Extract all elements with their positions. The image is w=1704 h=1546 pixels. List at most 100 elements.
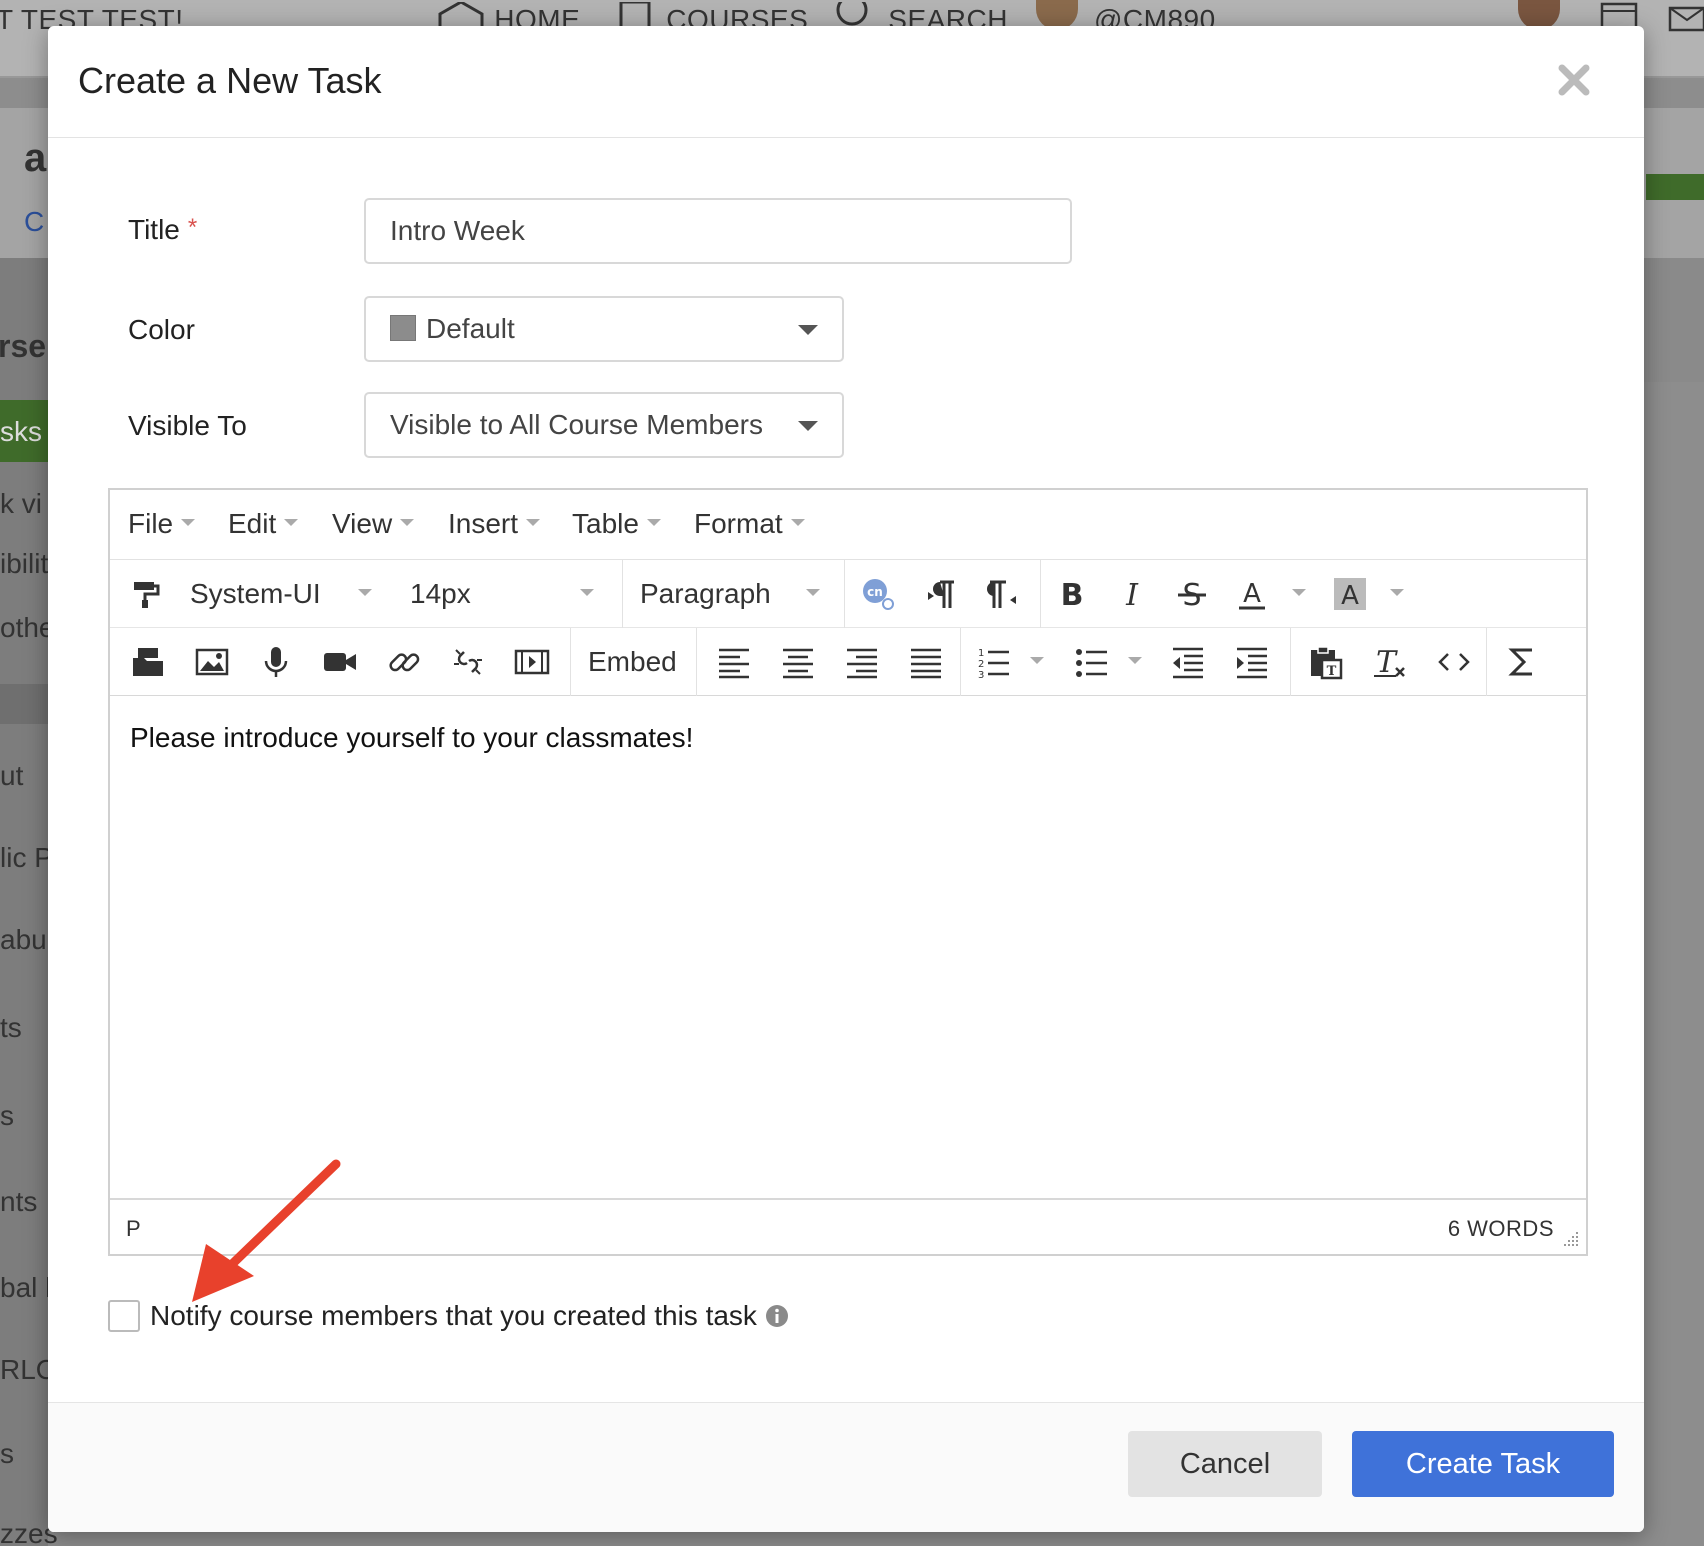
source-code-button[interactable]: [1434, 640, 1474, 684]
font-family-select[interactable]: System-UI: [190, 572, 321, 616]
outdent-icon: [1173, 647, 1203, 679]
title-input[interactable]: Intro Week: [364, 198, 1072, 264]
bullet-list-button[interactable]: [1072, 640, 1112, 684]
menu-format[interactable]: Format: [694, 508, 805, 540]
notify-option: Notify course members that you created t…: [108, 1298, 789, 1334]
format-painter-icon: [134, 582, 160, 608]
highlight-color-button[interactable]: A: [1330, 572, 1370, 616]
align-right-icon: [847, 648, 877, 679]
svg-text:A: A: [1243, 579, 1261, 609]
citation-link-button[interactable]: cn: [858, 572, 898, 616]
chevron-down-icon: [181, 519, 196, 527]
rtl-paragraph-icon: [987, 580, 1016, 608]
rich-text-editor: File Edit View Insert Table Format Syste…: [108, 488, 1588, 1256]
paste-text-button[interactable]: T: [1306, 640, 1346, 684]
file-manager-icon: [133, 648, 163, 676]
svg-text:A: A: [1341, 581, 1359, 611]
microphone-icon: [264, 647, 288, 677]
indent-icon: [1237, 647, 1267, 679]
outdent-button[interactable]: [1168, 640, 1208, 684]
unlink-icon: [454, 649, 482, 675]
chevron-down-icon: [798, 421, 818, 431]
ltr-paragraph-button[interactable]: [922, 572, 962, 616]
bullet-list-icon: [1076, 649, 1107, 677]
svg-text:2: 2: [978, 659, 984, 670]
align-justify-button[interactable]: [906, 640, 946, 684]
chevron-down-icon: [400, 519, 415, 527]
citation-link-icon: cn: [863, 579, 894, 610]
color-swatch: [390, 314, 416, 341]
file-manager-button[interactable]: [128, 640, 168, 684]
clear-format-button[interactable]: T: [1370, 640, 1410, 684]
editor-toolbar-row1: System-UI 14px Paragraph cn B I S A A: [110, 560, 1586, 628]
align-left-icon: [719, 648, 749, 679]
rtl-paragraph-button[interactable]: [982, 572, 1022, 616]
link-button[interactable]: [384, 640, 424, 684]
color-label: Color: [128, 314, 195, 345]
create-task-modal: Create a New Task Title * Intro Week Colo…: [48, 26, 1644, 1532]
math-button[interactable]: [1502, 640, 1542, 684]
required-mark: *: [187, 214, 198, 241]
video-button[interactable]: [320, 640, 360, 684]
notify-label[interactable]: Notify course members that you created t…: [150, 1300, 757, 1332]
element-path[interactable]: P: [126, 1216, 141, 1242]
menu-table[interactable]: Table: [572, 508, 661, 540]
color-select[interactable]: Default: [364, 296, 844, 362]
menu-insert[interactable]: Insert: [448, 508, 541, 540]
cancel-button[interactable]: Cancel: [1128, 1431, 1322, 1497]
svg-text:cn: cn: [867, 585, 883, 599]
notify-checkbox[interactable]: [108, 1300, 140, 1332]
highlight-color-icon: A: [1334, 578, 1366, 611]
italic-icon: I: [1125, 578, 1139, 612]
align-right-button[interactable]: [842, 640, 882, 684]
unlink-button[interactable]: [448, 640, 488, 684]
italic-button[interactable]: I: [1112, 572, 1152, 616]
menu-view[interactable]: View: [332, 508, 415, 540]
indent-button[interactable]: [1232, 640, 1272, 684]
menu-file[interactable]: File: [128, 508, 196, 540]
image-button[interactable]: [192, 640, 232, 684]
text-color-button[interactable]: A: [1232, 572, 1272, 616]
numbered-list-icon: 123: [978, 648, 1009, 680]
clear-format-icon: T: [1374, 645, 1405, 680]
bold-button[interactable]: B: [1052, 572, 1092, 616]
strikethrough-button[interactable]: S: [1172, 572, 1212, 616]
align-left-button[interactable]: [714, 640, 754, 684]
source-code-icon: [1438, 653, 1470, 671]
modal-title: Create a New Task: [78, 60, 382, 101]
close-button[interactable]: [1554, 60, 1594, 100]
resize-handle-icon[interactable]: [1562, 1230, 1580, 1248]
svg-text:T: T: [1327, 664, 1337, 679]
word-count: 6 WORDS: [1447, 1216, 1554, 1241]
embed-button[interactable]: Embed: [588, 640, 677, 684]
video-camera-icon: [324, 653, 356, 671]
media-button[interactable]: [512, 640, 552, 684]
chevron-down-icon: [284, 519, 299, 527]
progress-bar-fragment: [1646, 174, 1704, 200]
sidebar-divider: [0, 684, 48, 724]
menu-edit[interactable]: Edit: [228, 508, 299, 540]
editor-menubar: File Edit View Insert Table Format: [110, 490, 1586, 560]
chevron-down-icon: [798, 325, 818, 335]
visible-to-label: Visible To: [128, 410, 247, 441]
info-icon[interactable]: [765, 1304, 789, 1328]
media-icon: [514, 649, 550, 675]
chevron-down-icon: [358, 589, 372, 596]
svg-text:I: I: [1125, 578, 1139, 612]
svg-text:B: B: [1061, 578, 1084, 612]
align-center-button[interactable]: [778, 640, 818, 684]
title-label: Title *: [128, 214, 198, 245]
math-sigma-icon: [1508, 648, 1532, 676]
numbered-list-button[interactable]: 123: [974, 640, 1014, 684]
mail-icon[interactable]: [1668, 6, 1704, 32]
strikethrough-icon: S: [1178, 578, 1206, 612]
ltr-paragraph-icon: [928, 580, 954, 608]
font-size-select[interactable]: 14px: [410, 572, 471, 616]
audio-button[interactable]: [256, 640, 296, 684]
modal-header: Create a New Task: [48, 26, 1644, 138]
create-task-button[interactable]: Create Task: [1352, 1431, 1614, 1497]
block-format-select[interactable]: Paragraph: [640, 572, 771, 616]
editor-content[interactable]: Please introduce yourself to your classm…: [110, 696, 1586, 1198]
format-painter-button[interactable]: [126, 572, 166, 616]
visible-to-select[interactable]: Visible to All Course Members: [364, 392, 844, 458]
